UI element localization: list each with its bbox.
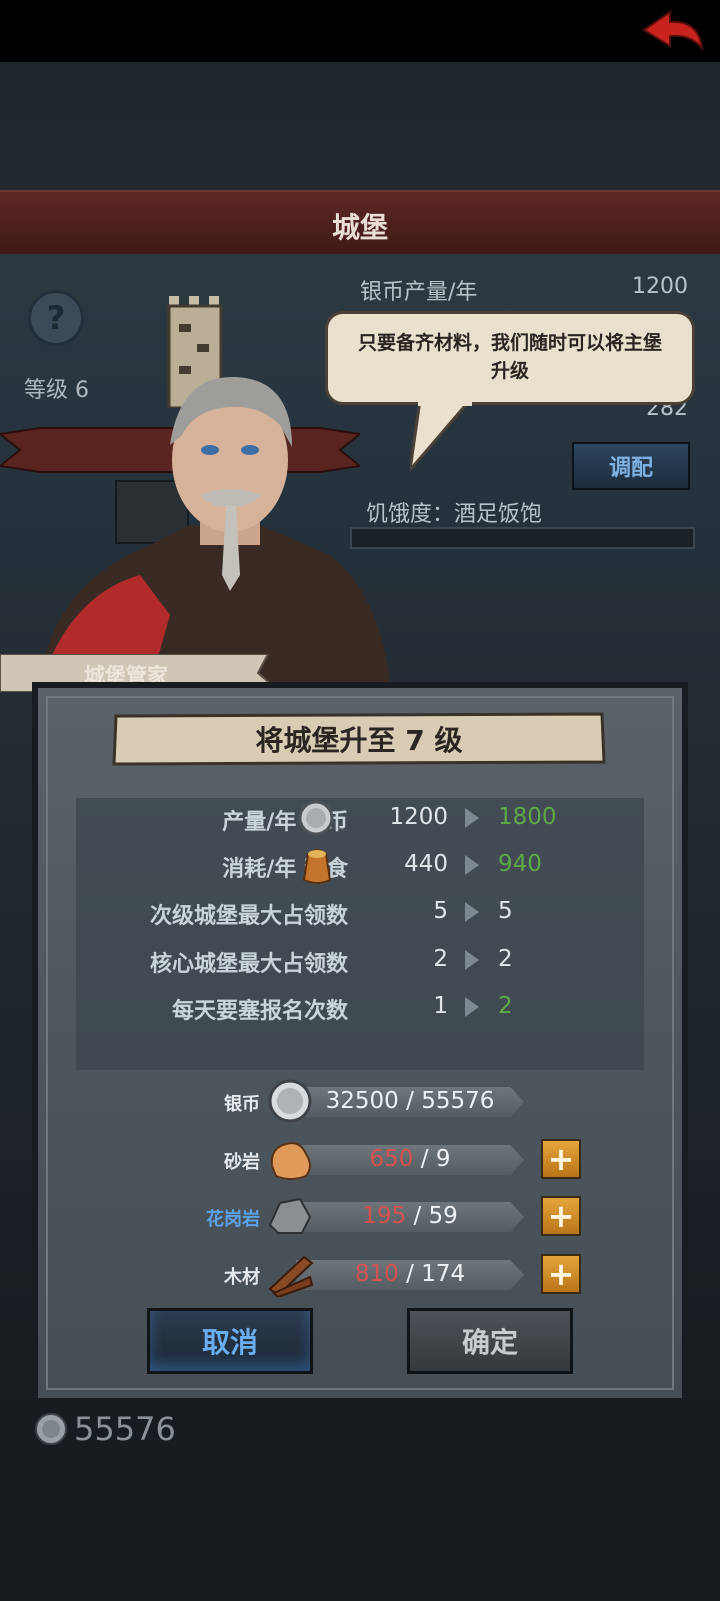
resource-need: 9	[435, 1146, 451, 1172]
stat-old-value: 1200	[389, 804, 448, 830]
silver-balance: 55576	[74, 1410, 176, 1448]
stat-new-value: 940	[498, 851, 542, 877]
bottom-area	[0, 1472, 720, 1601]
resource-need: 55576	[421, 1088, 495, 1114]
resource-amount: 650 / 9	[296, 1146, 524, 1172]
dialog-title: 将城堡升至 7 级	[255, 724, 463, 757]
stat-new-value: 1800	[498, 804, 557, 830]
cancel-button[interactable]: 取消	[147, 1308, 313, 1374]
resource-label-granite: 花岗岩	[206, 1209, 260, 1230]
silver-coin-icon	[298, 800, 334, 836]
resource-amount: 810 / 174	[296, 1261, 524, 1287]
speech-bubble-tail	[410, 400, 472, 472]
stat-old-value: 2	[433, 946, 448, 972]
help-button[interactable]: ?	[28, 290, 84, 346]
add-wood-button[interactable]: +	[541, 1254, 581, 1294]
silver-coin-icon	[35, 1413, 67, 1445]
stat-old-value: 5	[433, 898, 448, 924]
resource-have: 650	[369, 1146, 414, 1172]
arrow-right-icon	[465, 808, 479, 828]
stat-new-value: 2	[498, 946, 513, 972]
grain-sack-icon	[302, 849, 332, 884]
stat-label: 次级城堡最大占领数	[149, 904, 348, 929]
allocate-button[interactable]: 调配	[572, 442, 690, 490]
arrow-right-icon	[465, 950, 479, 970]
arrow-right-icon	[465, 902, 479, 922]
stat-new-value: 5	[498, 898, 513, 924]
separator: /	[406, 1261, 414, 1287]
page-title: 城堡	[331, 211, 388, 244]
arrow-right-icon	[465, 855, 479, 875]
add-granite-button[interactable]: +	[541, 1196, 581, 1236]
steward-portrait	[40, 376, 390, 685]
confirm-button[interactable]: 确定	[407, 1308, 573, 1374]
resource-label-wood: 木材	[224, 1267, 260, 1288]
stat-old-value: 440	[404, 851, 448, 877]
stats-comparison-box	[76, 798, 644, 1070]
add-sandstone-button[interactable]: +	[541, 1139, 581, 1179]
resource-label-silver: 银币	[224, 1094, 260, 1115]
silver-production-value: 1200	[632, 274, 688, 299]
status-bar	[0, 0, 720, 62]
arrow-right-icon	[465, 997, 479, 1017]
resource-have: 32500	[325, 1088, 399, 1114]
separator: /	[413, 1203, 422, 1229]
silver-production-label: 银币产量/年	[360, 280, 478, 305]
stat-label: 每天要塞报名次数	[171, 999, 348, 1024]
stat-old-value: 1	[433, 993, 448, 1019]
separator: /	[406, 1088, 414, 1114]
stat-label: 核心城堡最大占领数	[149, 952, 348, 977]
stat-new-value: 2	[498, 993, 513, 1019]
resource-need: 174	[421, 1261, 466, 1287]
resource-amount: 195 / 59	[296, 1203, 524, 1229]
resource-amount: 32500 / 55576	[296, 1088, 524, 1114]
resource-have: 195	[362, 1203, 407, 1229]
resource-label-sandstone: 砂岩	[224, 1152, 260, 1173]
header-bar: 城堡	[0, 190, 720, 256]
resource-need: 59	[428, 1203, 458, 1229]
back-arrow-icon[interactable]	[640, 8, 706, 54]
separator: /	[420, 1146, 429, 1172]
resource-have: 810	[354, 1261, 399, 1287]
